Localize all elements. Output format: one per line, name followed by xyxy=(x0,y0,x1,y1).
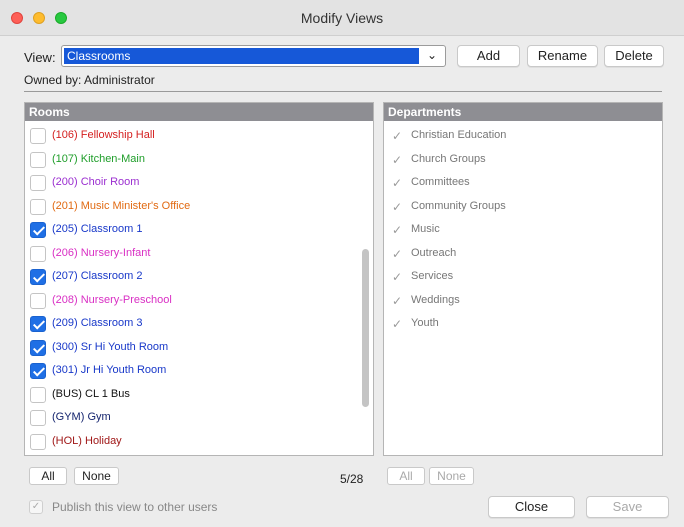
room-checkbox[interactable] xyxy=(30,386,46,403)
room-checkbox[interactable] xyxy=(30,292,46,309)
delete-button[interactable]: Delete xyxy=(604,45,664,67)
rooms-select-all-button[interactable]: All xyxy=(29,467,67,485)
department-label: Youth xyxy=(411,317,439,329)
modify-views-window: Modify Views View: Classrooms ⌄ Add Rena… xyxy=(0,0,684,527)
rooms-list[interactable]: (106) Fellowship Hall (107) Kitchen-Main (… xyxy=(25,121,359,455)
checkmark-icon: ✓ xyxy=(391,152,403,167)
department-label: Church Groups xyxy=(411,152,486,165)
checkmark-icon: ✓ xyxy=(391,270,403,284)
rooms-scroll-thumb[interactable] xyxy=(362,249,369,407)
room-checkbox[interactable] xyxy=(30,175,46,191)
room-label: (208) Nursery-Preschool xyxy=(52,293,172,306)
room-label: (BUS) CL 1 Bus xyxy=(52,387,130,400)
departments-list: ✓ Christian Education ✓ Church Groups ✓ Commi… xyxy=(384,121,662,455)
departments-select-none-button: None xyxy=(429,467,474,485)
checkmark-icon: ✓ xyxy=(391,199,403,214)
room-label: (200) Choir Room xyxy=(52,176,140,188)
close-button[interactable]: Close xyxy=(488,496,575,518)
checkmark-icon: ✓ xyxy=(391,246,403,261)
owner-line: Owned by: Administrator xyxy=(24,73,155,87)
room-label: (206) Nursery-Infant xyxy=(52,246,151,259)
room-checkbox[interactable] xyxy=(30,269,46,285)
departments-panel: Departments ✓ Christian Education ✓ Church … xyxy=(383,102,663,456)
room-checkbox[interactable] xyxy=(30,316,46,332)
room-checkbox[interactable] xyxy=(30,245,46,262)
department-label: Committees xyxy=(411,176,470,188)
rooms-selected-count: 5/28 xyxy=(340,472,364,486)
window-title: Modify Views xyxy=(300,10,384,26)
room-checkbox[interactable] xyxy=(30,433,46,450)
departments-header: Departments xyxy=(384,103,662,121)
view-select-value: Classrooms xyxy=(64,48,419,64)
room-label: (201) Music Minister's Office xyxy=(52,199,191,212)
department-label: Outreach xyxy=(411,246,457,259)
room-checkbox[interactable] xyxy=(30,410,46,426)
room-label: (301) Jr Hi Youth Room xyxy=(52,364,167,376)
room-label: (GYM) Gym xyxy=(52,411,111,423)
room-checkbox[interactable] xyxy=(30,222,46,238)
view-label: View: xyxy=(24,50,56,65)
checkmark-icon: ✓ xyxy=(391,129,403,143)
save-button: Save xyxy=(586,496,669,518)
room-label: (106) Fellowship Hall xyxy=(52,129,155,141)
add-button[interactable]: Add xyxy=(457,45,520,67)
department-label: Weddings xyxy=(411,293,460,306)
room-checkbox[interactable] xyxy=(30,339,46,356)
room-label: (207) Classroom 2 xyxy=(52,270,143,282)
room-checkbox[interactable] xyxy=(30,198,46,215)
rooms-header: Rooms xyxy=(25,103,373,121)
publish-checkbox[interactable]: ✓ xyxy=(29,500,43,514)
owner-name: Administrator xyxy=(84,73,155,87)
department-label: Services xyxy=(411,270,454,282)
publish-label: Publish this view to other users xyxy=(52,500,218,514)
room-label: (205) Classroom 1 xyxy=(52,223,143,235)
rename-button[interactable]: Rename xyxy=(527,45,598,67)
room-label: (300) Sr Hi Youth Room xyxy=(52,340,169,353)
title-bar: Modify Views xyxy=(0,0,684,36)
room-label: (209) Classroom 3 xyxy=(52,317,143,329)
checkmark-icon: ✓ xyxy=(391,293,403,308)
rooms-scrollbar[interactable] xyxy=(359,121,373,455)
departments-select-all-button: All xyxy=(387,467,425,485)
rooms-panel: Rooms (106) Fellowship Hall (107) Kitchen… xyxy=(24,102,374,456)
department-label: Community Groups xyxy=(411,199,506,212)
room-checkbox[interactable] xyxy=(30,363,46,379)
room-checkbox[interactable] xyxy=(30,128,46,144)
checkmark-icon: ✓ xyxy=(391,223,403,237)
rooms-select-none-button[interactable]: None xyxy=(74,467,119,485)
department-label: Music xyxy=(411,223,440,235)
room-label: (HOL) Holiday xyxy=(52,434,122,447)
divider xyxy=(24,91,662,92)
checkmark-icon: ✓ xyxy=(391,317,403,331)
view-select[interactable]: Classrooms ⌄ xyxy=(61,45,446,67)
checkmark-icon: ✓ xyxy=(391,176,403,190)
owner-label: Owned by: xyxy=(24,73,82,87)
department-label: Christian Education xyxy=(411,129,507,141)
chevron-down-icon: ⌄ xyxy=(426,48,437,62)
room-checkbox[interactable] xyxy=(30,151,46,168)
room-label: (107) Kitchen-Main xyxy=(52,152,145,165)
